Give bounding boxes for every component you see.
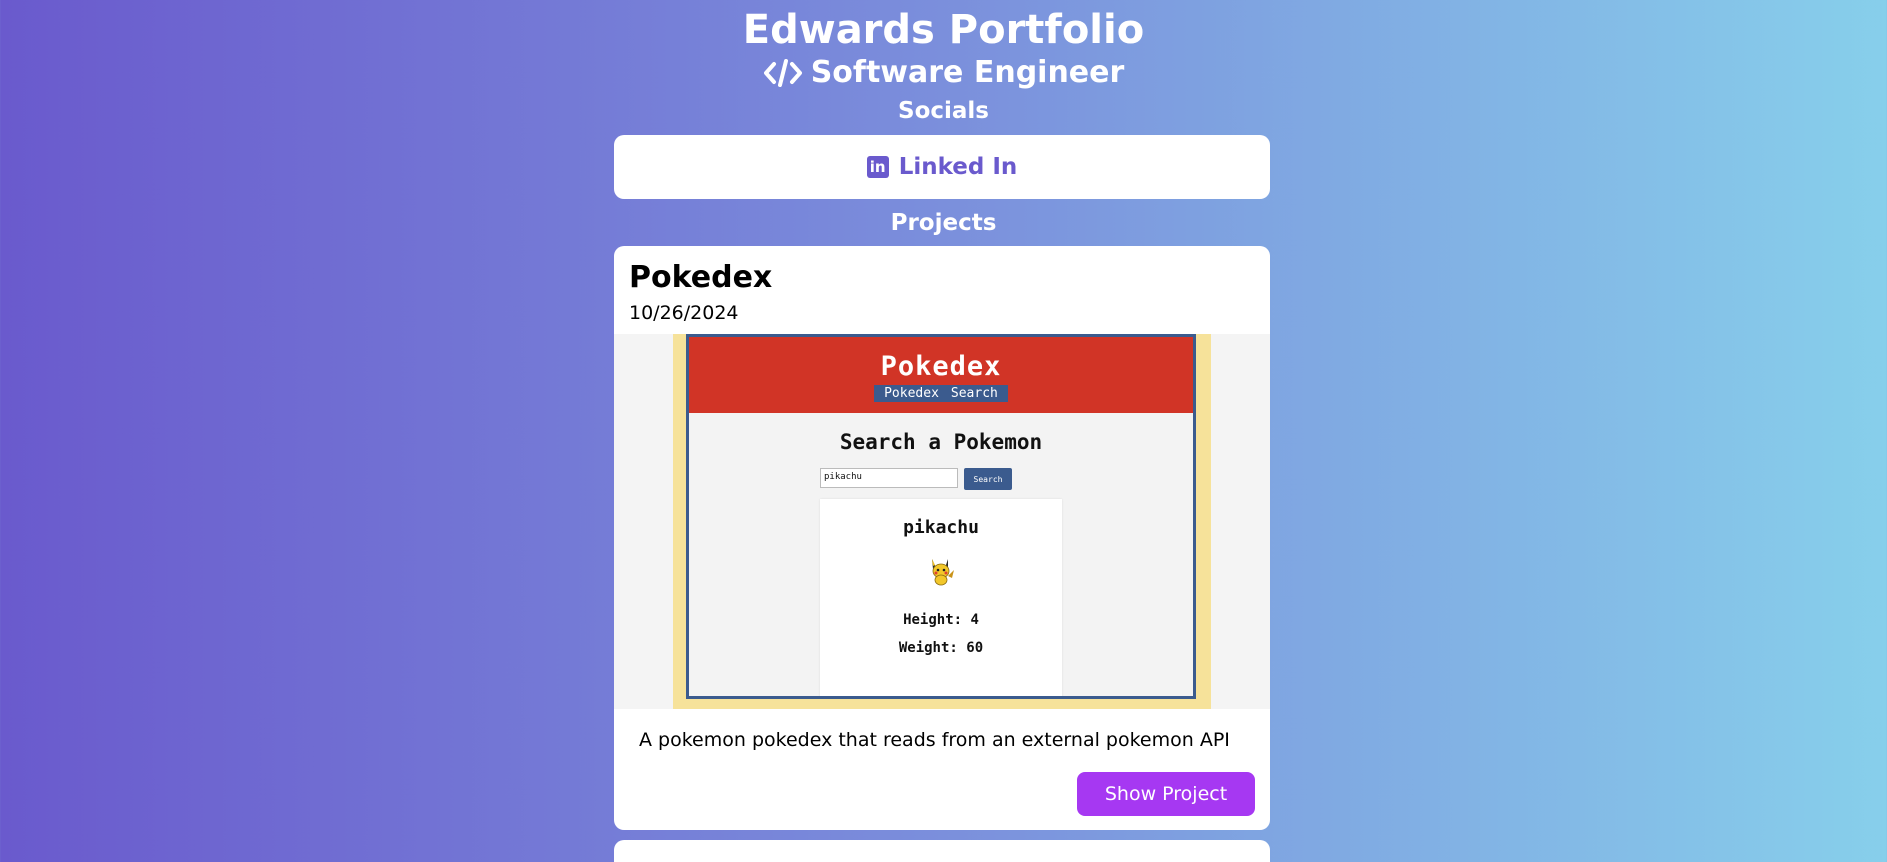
pokedex-header: Pokedex Pokedex Search [689, 337, 1193, 413]
pokemon-weight: Weight: 60 [898, 640, 984, 656]
pokedex-search-button: Search [964, 468, 1012, 490]
project-preview-image: Pokedex Pokedex Search Search a Pokemon … [614, 334, 1270, 709]
pikachu-sprite-icon [932, 559, 954, 586]
page-subtitle: Software Engineer [0, 54, 1887, 92]
projects-heading: Projects [890, 210, 997, 236]
page-header: Edwards Portfolio Software Engineer [0, 6, 1887, 92]
socials-heading: Socials [898, 98, 989, 124]
code-icon [763, 59, 802, 87]
pokedex-app-title: Pokedex [880, 351, 1002, 382]
pokedex-result-card: pikachu Height: 4 Weight: 60 [820, 499, 1062, 696]
pokedex-nav: Pokedex Search [874, 385, 1008, 402]
project-description: A pokemon pokedex that reads from an ext… [639, 729, 1230, 751]
next-project-card [614, 840, 1270, 862]
linkedin-icon: in [866, 156, 889, 178]
pokedex-nav-item: Search [950, 386, 998, 401]
pokedex-screenshot: Pokedex Pokedex Search Search a Pokemon … [686, 334, 1196, 699]
page-title: Edwards Portfolio [742, 7, 1145, 53]
pokedex-search-input: pikachu [820, 468, 958, 488]
show-project-button[interactable]: Show Project [1077, 772, 1255, 816]
pokedex-search-heading: Search a Pokemon [839, 430, 1043, 454]
pokemon-height: Height: 4 [903, 612, 979, 628]
pokedex-nav-item: Pokedex [884, 386, 939, 401]
project-date: 10/26/2024 [629, 302, 739, 324]
subtitle-text: Software Engineer [810, 55, 1125, 90]
project-title: Pokedex [629, 260, 773, 295]
linkedin-link[interactable]: in Linked In [614, 135, 1270, 199]
pokemon-name: pikachu [903, 517, 979, 538]
linkedin-label: Linked In [898, 154, 1018, 180]
project-card: Pokedex 10/26/2024 Pokedex Pokedex Searc… [614, 246, 1270, 830]
